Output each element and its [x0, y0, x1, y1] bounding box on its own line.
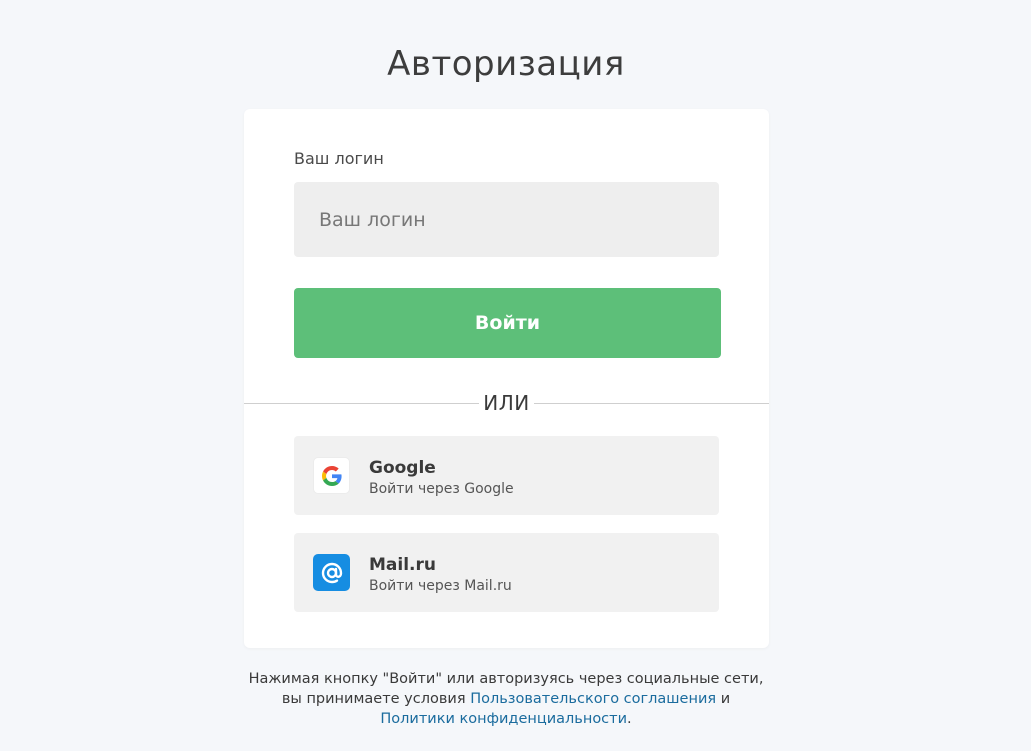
terms-line-3: Политики конфиденциальности. [0, 709, 1012, 729]
terms-suffix: и [716, 691, 731, 707]
mailru-icon [313, 554, 350, 591]
login-label: Ваш логин [294, 149, 384, 168]
terms-notice: Нажимая кнопку "Войти" или авторизуясь ч… [0, 669, 1012, 729]
login-input[interactable] [294, 182, 719, 257]
auth-card: Ваш логин Войти ИЛИ Google Войти через G… [244, 109, 769, 648]
google-subtitle: Войти через Google [369, 481, 514, 497]
user-agreement-link[interactable]: Пользовательского соглашения [470, 691, 716, 707]
terms-line-2: вы принимаете условия Пользовательского … [0, 689, 1012, 709]
submit-button[interactable]: Войти [294, 288, 721, 358]
terms-end: . [627, 711, 632, 727]
mailru-name: Mail.ru [369, 555, 436, 575]
divider-text: ИЛИ [479, 391, 534, 415]
google-name: Google [369, 458, 436, 478]
mailru-login-button[interactable]: Mail.ru Войти через Mail.ru [294, 533, 719, 612]
google-login-button[interactable]: Google Войти через Google [294, 436, 719, 515]
mailru-subtitle: Войти через Mail.ru [369, 578, 512, 594]
google-icon [313, 457, 350, 494]
terms-prefix: вы принимаете условия [281, 691, 471, 707]
page-title: Авторизация [387, 44, 625, 84]
privacy-policy-link[interactable]: Политики конфиденциальности [380, 711, 627, 727]
terms-line-1: Нажимая кнопку "Войти" или авторизуясь ч… [248, 671, 764, 687]
